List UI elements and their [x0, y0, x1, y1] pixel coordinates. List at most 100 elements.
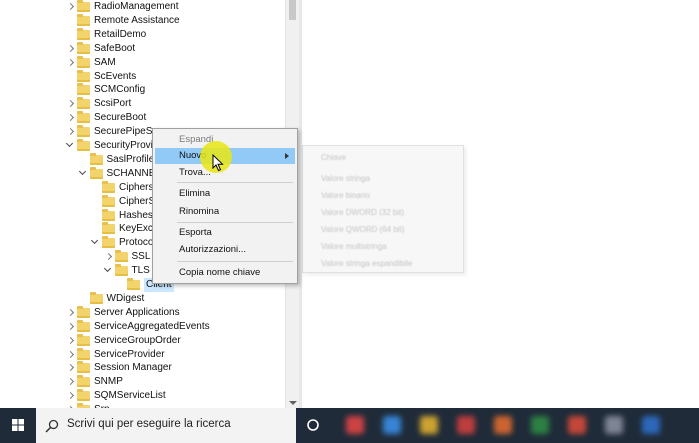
- taskbar-app-icon[interactable]: [420, 416, 438, 434]
- menu-item-rename[interactable]: Rinomina: [155, 204, 295, 220]
- submenu-item-qword-value[interactable]: Valore QWORD (64 bit): [321, 224, 404, 236]
- chevron-right-icon[interactable]: [66, 97, 76, 111]
- folder-icon: [77, 55, 90, 68]
- scrollbar-thumb[interactable]: [289, 0, 296, 20]
- chevron-down-icon[interactable]: [66, 139, 76, 153]
- taskbar-app-icon[interactable]: [383, 416, 401, 434]
- folder-icon: [77, 83, 90, 96]
- tree-item[interactable]: WDigest: [79, 291, 144, 306]
- task-view-icon[interactable]: [306, 418, 320, 432]
- chevron-right-icon[interactable]: [66, 56, 76, 70]
- taskbar-search-box[interactable]: Scrivi qui per eseguire la ricerca: [36, 408, 296, 443]
- taskbar-app-icon[interactable]: [531, 416, 549, 434]
- chevron-right-icon[interactable]: [66, 42, 76, 56]
- tree-item-label: SAM: [94, 56, 116, 68]
- taskbar-app-icon[interactable]: [568, 416, 586, 434]
- menu-item-permissions[interactable]: Autorizzazioni...: [155, 242, 295, 258]
- windows-logo-icon[interactable]: [0, 408, 36, 443]
- tree-item[interactable]: CipherSu: [91, 194, 161, 209]
- tree-item[interactable]: SNMP: [66, 375, 123, 389]
- chevron-down-icon[interactable]: [79, 167, 89, 181]
- chevron-right-icon: [116, 278, 126, 292]
- chevron-right-icon[interactable]: [66, 375, 76, 389]
- tree-item[interactable]: ServiceProvider: [66, 347, 165, 362]
- tree-item[interactable]: Ciphers: [91, 180, 154, 195]
- tree-item-label: Server Applications: [94, 306, 180, 318]
- tree-item[interactable]: Hashes: [91, 208, 153, 223]
- folder-icon: [77, 139, 90, 151]
- chevron-right-icon: [79, 153, 89, 167]
- tree-item-label: SNMP: [94, 376, 123, 388]
- submenu-item-multistring-value[interactable]: Valore multistringa: [321, 241, 387, 253]
- tree-item[interactable]: SCMConfig: [66, 83, 145, 97]
- chevron-right-icon: [66, 70, 76, 84]
- chevron-right-icon[interactable]: [66, 334, 76, 348]
- tree-item-label: Protocol: [119, 237, 156, 249]
- taskbar-app-icon[interactable]: [346, 416, 364, 434]
- chevron-right-icon[interactable]: [66, 111, 76, 125]
- folder-icon: [77, 389, 90, 402]
- submenu-item-expandable-string-value[interactable]: Valore stringa espandibile: [321, 258, 412, 270]
- tree-item[interactable]: SQMServiceList: [66, 389, 166, 403]
- tree-item-label: ScEvents: [94, 70, 137, 82]
- tree-item[interactable]: ServiceAggregatedEvents: [66, 319, 210, 334]
- folder-icon: [114, 264, 128, 277]
- folder-icon: [77, 27, 90, 40]
- folder-icon: [77, 111, 90, 124]
- folder-icon: [102, 194, 115, 207]
- tree-item[interactable]: SecureBoot: [66, 111, 146, 125]
- folder-icon: [77, 347, 90, 360]
- submenu-item-string-value[interactable]: Valore stringa: [321, 173, 370, 185]
- tree-item[interactable]: Session Manager: [66, 361, 172, 375]
- tree-item[interactable]: ServiceGroupOrder: [66, 333, 181, 348]
- chevron-right-icon: [66, 83, 76, 97]
- taskbar-app-icon[interactable]: [457, 416, 475, 434]
- mouse-pointer-icon: [212, 154, 224, 172]
- tree-item[interactable]: RadioManagement: [66, 0, 179, 14]
- taskbar-app-icon[interactable]: [605, 416, 623, 434]
- tree-item[interactable]: ScEvents: [66, 69, 137, 84]
- tree-item[interactable]: Remote Assistance: [66, 13, 180, 28]
- folder-icon: [89, 166, 103, 179]
- menu-item-delete[interactable]: Elimina: [155, 186, 295, 202]
- chevron-right-icon[interactable]: [66, 0, 76, 14]
- tree-item[interactable]: RetailDemo: [66, 27, 146, 42]
- tree-item[interactable]: Protocol: [91, 236, 156, 250]
- tree-item[interactable]: SecurityProvide: [66, 139, 164, 153]
- chevron-right-icon[interactable]: [66, 320, 76, 334]
- chevron-down-icon[interactable]: [91, 236, 101, 250]
- scroll-down-arrow-icon[interactable]: [289, 401, 297, 405]
- folder-icon: [77, 69, 90, 82]
- tree-item[interactable]: SafeBoot: [66, 41, 136, 56]
- chevron-down-icon[interactable]: [104, 264, 114, 278]
- chevron-right-icon[interactable]: [66, 125, 76, 139]
- taskbar-app-icon[interactable]: [494, 416, 512, 434]
- chevron-right-icon: [66, 14, 76, 28]
- tree-item-label: Ciphers: [119, 181, 154, 193]
- tree-item-label: SafeBoot: [94, 42, 136, 54]
- folder-icon: [102, 236, 115, 249]
- chevron-right-icon: [91, 181, 101, 195]
- menu-separator: [177, 222, 293, 223]
- chevron-right-icon[interactable]: [66, 306, 76, 320]
- chevron-right-icon[interactable]: [66, 361, 76, 375]
- folder-icon: [114, 250, 128, 263]
- submenu-item-key[interactable]: Chiave: [321, 152, 346, 164]
- tree-item[interactable]: Server Applications: [66, 305, 180, 320]
- taskbar-app-icon[interactable]: [642, 416, 660, 434]
- chevron-right-icon[interactable]: [66, 389, 76, 403]
- menu-item-export[interactable]: Esporta: [155, 225, 295, 241]
- chevron-right-icon: [79, 292, 89, 306]
- tree-item[interactable]: SaslProfiles: [79, 152, 159, 167]
- chevron-right-icon[interactable]: [66, 348, 76, 362]
- chevron-right-icon[interactable]: [104, 250, 114, 264]
- submenu-item-dword-value[interactable]: Valore DWORD (32 bit): [321, 207, 404, 219]
- menu-item-copy-key-name[interactable]: Copia nome chiave: [155, 265, 295, 281]
- chevron-right-icon: [91, 195, 101, 209]
- tree-item[interactable]: SAM: [66, 55, 116, 70]
- tree-item[interactable]: SCHANNEL: [79, 166, 161, 181]
- submenu-item-binary-value[interactable]: Valore binario: [321, 190, 370, 202]
- folder-icon: [77, 13, 90, 26]
- tree-item[interactable]: ScsiPort: [66, 97, 131, 111]
- folder-icon: [77, 41, 90, 54]
